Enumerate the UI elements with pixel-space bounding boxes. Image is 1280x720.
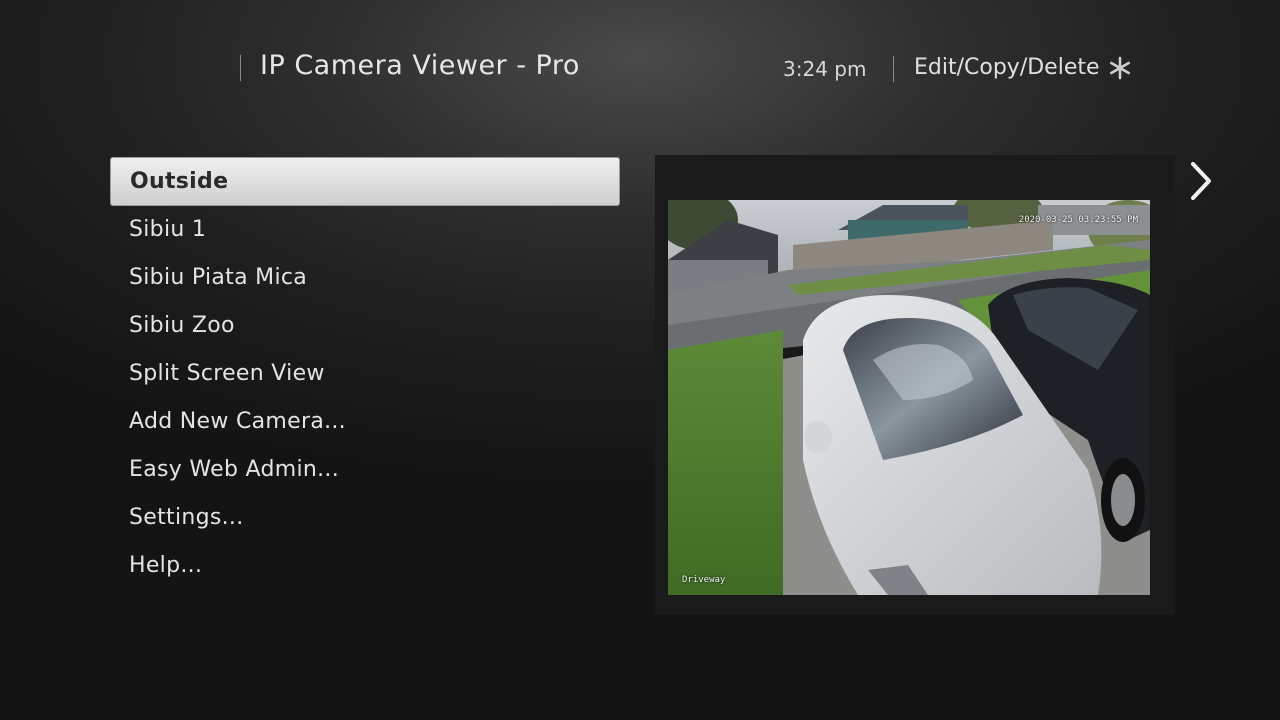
camera-timestamp: 2020-03-25 03:23:55 PM bbox=[1018, 215, 1138, 225]
menu-item-split-screen-view[interactable]: Split Screen View bbox=[110, 350, 620, 398]
menu-item-sibiu-zoo[interactable]: Sibiu Zoo bbox=[110, 302, 620, 350]
menu-item-outside[interactable]: Outside bbox=[110, 157, 620, 206]
camera-menu: Outside Sibiu 1 Sibiu Piata Mica Sibiu Z… bbox=[110, 157, 620, 590]
options-label: Edit/Copy/Delete bbox=[914, 55, 1100, 80]
menu-item-settings[interactable]: Settings... bbox=[110, 494, 620, 542]
clock: 3:24 pm bbox=[783, 57, 867, 81]
camera-name-overlay: Driveway bbox=[682, 575, 726, 585]
menu-item-easy-web-admin[interactable]: Easy Web Admin... bbox=[110, 446, 620, 494]
header-divider-right bbox=[893, 56, 894, 82]
chevron-right-icon[interactable] bbox=[1188, 160, 1214, 202]
asterisk-icon bbox=[1109, 56, 1130, 79]
camera-scene bbox=[668, 200, 1150, 595]
app-title: IP Camera Viewer - Pro bbox=[260, 50, 580, 81]
menu-item-add-new-camera[interactable]: Add New Camera... bbox=[110, 398, 620, 446]
menu-item-sibiu-1[interactable]: Sibiu 1 bbox=[110, 206, 620, 254]
menu-item-sibiu-piata-mica[interactable]: Sibiu Piata Mica bbox=[110, 254, 620, 302]
header-divider-left bbox=[240, 55, 241, 81]
options-hint[interactable]: Edit/Copy/Delete bbox=[914, 55, 1132, 80]
camera-preview-image[interactable]: 2020-03-25 03:23:55 PM Driveway bbox=[668, 200, 1150, 595]
menu-item-help[interactable]: Help... bbox=[110, 542, 620, 590]
